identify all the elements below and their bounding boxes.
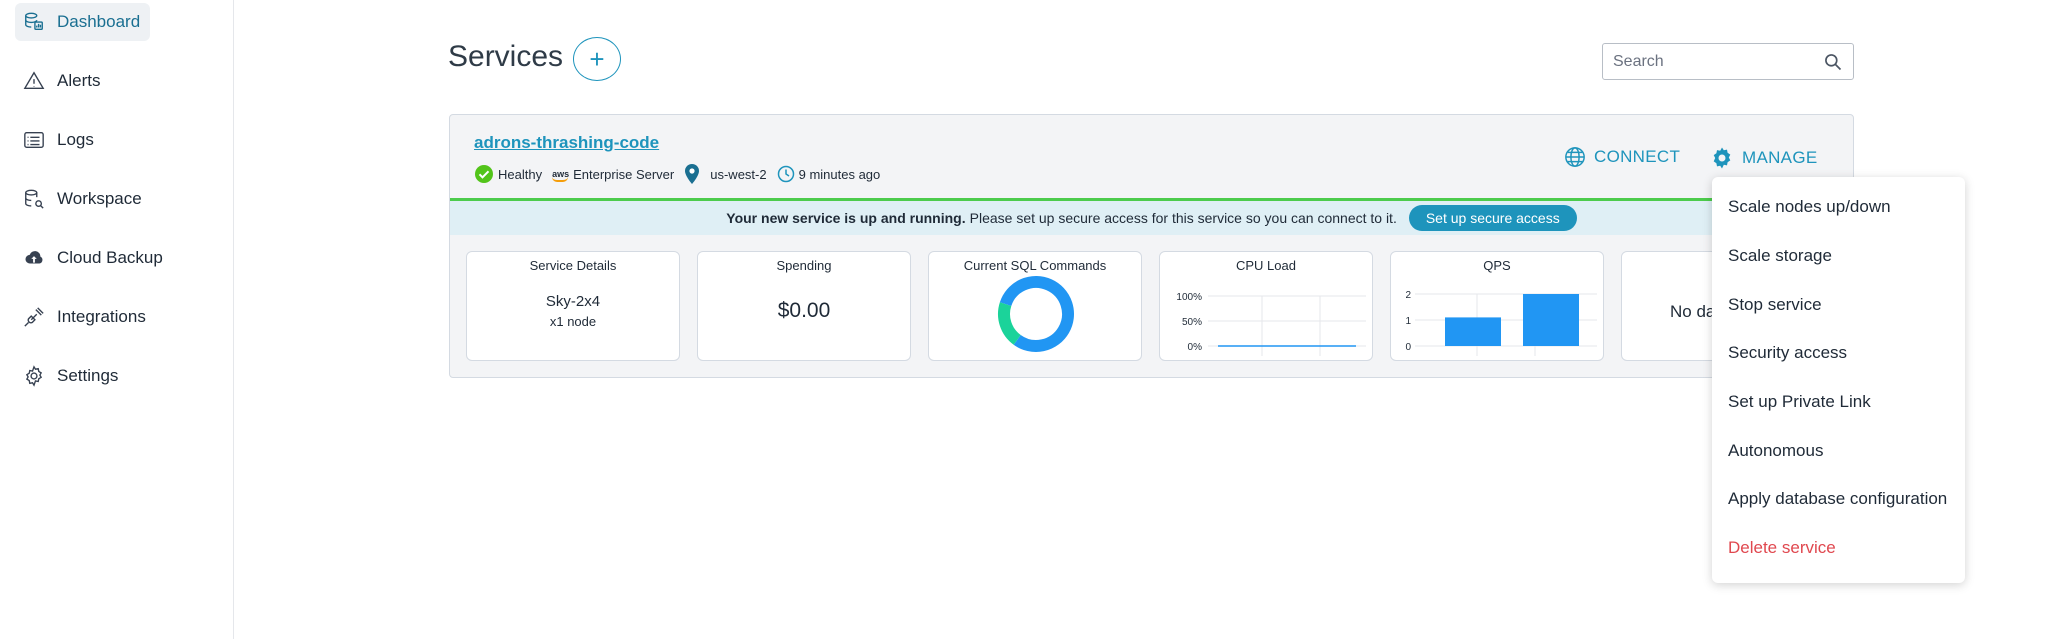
sql-donut-chart: [998, 276, 1074, 352]
menu-item-scale-nodes[interactable]: Scale nodes up/down: [1728, 197, 1891, 217]
sidebar-item-label: Workspace: [57, 189, 142, 208]
sidebar-item-integrations[interactable]: Integrations: [15, 298, 156, 336]
sql-commands-tile[interactable]: Current SQL Commands: [928, 251, 1142, 361]
menu-item-apply-db-config[interactable]: Apply database configuration: [1728, 489, 1947, 509]
status-text: Healthy: [498, 166, 543, 182]
add-service-button[interactable]: +: [573, 37, 621, 81]
secure-access-banner: Your new service is up and running. Plea…: [450, 198, 1853, 235]
alert-triangle-icon: [23, 70, 45, 92]
sidebar-item-label: Integrations: [57, 307, 146, 326]
sidebar-item-cloud-backup[interactable]: Cloud Backup: [15, 239, 173, 277]
globe-icon: [1565, 147, 1585, 167]
sidebar: Dashboard Alerts Logs Workspace Cloud Ba…: [0, 0, 234, 639]
spending-tile[interactable]: Spending $0.00: [697, 251, 911, 361]
sidebar-item-logs[interactable]: Logs: [15, 121, 104, 159]
menu-item-scale-storage[interactable]: Scale storage: [1728, 246, 1832, 266]
sidebar-item-alerts[interactable]: Alerts: [15, 62, 110, 100]
banner-bold-text: Your new service is up and running.: [726, 210, 966, 226]
created-time: 9 minutes ago: [777, 165, 881, 183]
y-tick-label: 100%: [1176, 292, 1202, 303]
check-circle-icon: [475, 165, 493, 183]
sidebar-item-dashboard[interactable]: Dashboard: [15, 3, 151, 41]
dashboard-icon: [23, 11, 45, 33]
created-text: 9 minutes ago: [798, 166, 881, 182]
logs-icon: [23, 129, 45, 151]
tile-title: Service Details: [529, 258, 617, 273]
service-card: adrons-thrashing-code Healthy aws Enterp…: [449, 114, 1854, 378]
menu-item-delete-service[interactable]: Delete service: [1728, 538, 1836, 558]
service-meta: Healthy aws Enterprise Server us-west-2 …: [474, 164, 890, 184]
region-text: us-west-2: [710, 166, 767, 182]
qps-bar-chart: 2 1 0: [1405, 290, 1597, 356]
connect-label: CONNECT: [1594, 147, 1681, 166]
page-title: Services: [448, 40, 564, 73]
setup-secure-access-button[interactable]: Set up secure access: [1408, 205, 1577, 231]
tile-title: Spending: [776, 258, 832, 273]
connect-button[interactable]: CONNECT: [1564, 146, 1680, 168]
sidebar-item-settings[interactable]: Settings: [15, 357, 128, 395]
qps-bar: [1445, 317, 1501, 346]
cpu-line-chart: 100% 50% 0%: [1176, 292, 1366, 356]
qps-bar: [1523, 294, 1579, 346]
location-pin-icon: [685, 164, 700, 184]
clock-icon: [777, 165, 794, 183]
node-count: x1 node: [549, 314, 597, 329]
region: us-west-2: [684, 164, 767, 184]
provider-tier: aws Enterprise Server: [552, 167, 674, 182]
menu-item-private-link[interactable]: Set up Private Link: [1728, 392, 1871, 412]
service-size: Sky-2x4: [545, 293, 601, 310]
aws-logo-icon: aws: [552, 168, 570, 182]
y-tick-label: 1: [1405, 316, 1411, 327]
y-tick-label: 2: [1405, 290, 1411, 301]
service-details-tile[interactable]: Service Details Sky-2x4 x1 node: [466, 251, 680, 361]
qps-tile[interactable]: QPS 210: [1390, 251, 1604, 361]
manage-button[interactable]: MANAGE: [1710, 146, 1817, 170]
search-input[interactable]: [1613, 52, 1823, 71]
manage-menu: Scale nodes up/down Scale storage Stop s…: [1712, 177, 1965, 583]
cloud-upload-icon: [23, 247, 45, 269]
sidebar-item-label: Settings: [57, 366, 119, 385]
workspace-icon: [23, 188, 45, 210]
spending-value: $0.00: [777, 299, 831, 322]
service-name-link[interactable]: adrons-thrashing-code: [474, 133, 659, 153]
sidebar-item-workspace[interactable]: Workspace: [15, 180, 152, 218]
plug-icon: [23, 306, 45, 328]
donut-slice: [998, 302, 1022, 345]
tier-text: Enterprise Server: [573, 166, 675, 182]
search-icon[interactable]: [1823, 52, 1843, 72]
y-tick-label: 0: [1405, 342, 1411, 353]
y-tick-label: 0%: [1188, 342, 1203, 353]
sidebar-item-label: Logs: [57, 130, 94, 149]
cpu-load-tile[interactable]: CPU Load 100% 50% 0%: [1159, 251, 1373, 361]
sidebar-item-label: Cloud Backup: [57, 248, 163, 267]
menu-item-security-access[interactable]: Security access: [1728, 343, 1847, 363]
sidebar-item-label: Dashboard: [57, 12, 141, 31]
manage-label: MANAGE: [1742, 148, 1818, 167]
menu-item-autonomous[interactable]: Autonomous: [1728, 441, 1823, 461]
search-box: [1602, 43, 1854, 80]
gear-icon: [23, 365, 45, 387]
menu-item-stop-service[interactable]: Stop service: [1728, 295, 1822, 315]
banner-text: Please set up secure access for this ser…: [969, 210, 1397, 226]
sidebar-item-label: Alerts: [57, 71, 101, 90]
status-badge: Healthy: [474, 164, 542, 184]
y-tick-label: 50%: [1182, 317, 1202, 328]
gear-icon: [1713, 147, 1731, 169]
